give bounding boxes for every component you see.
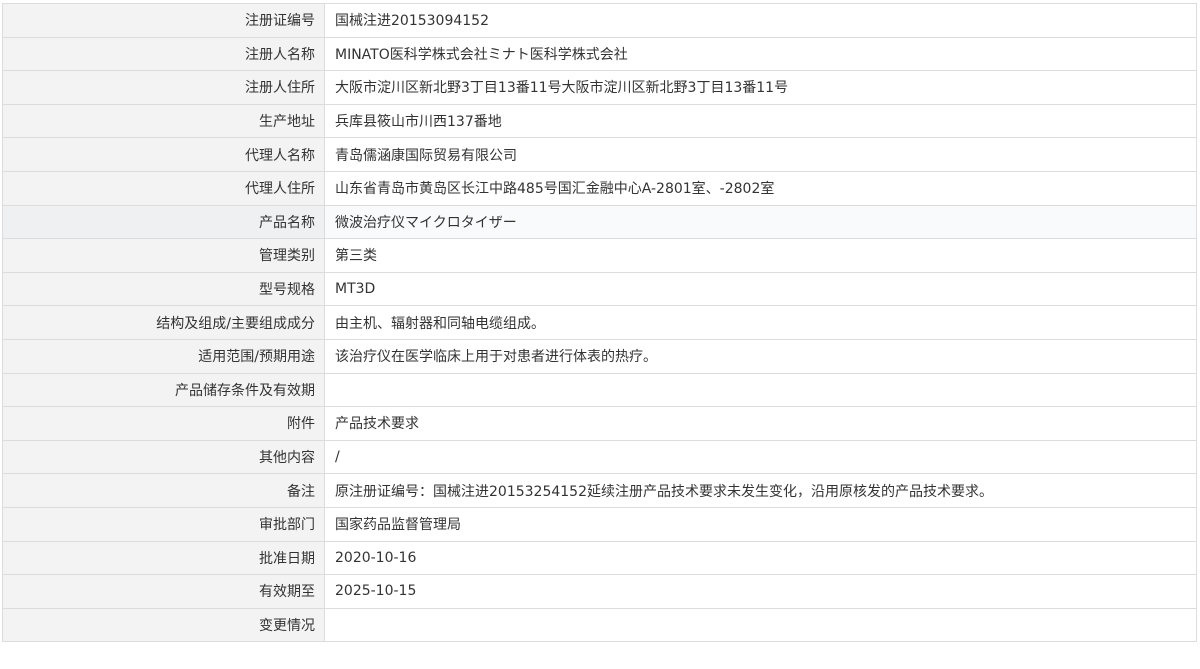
- row-registrant-address: 注册人住所 大阪市淀川区新北野3丁目13番11号大阪市淀川区新北野3丁目13番1…: [2, 70, 1197, 105]
- field-label: 有效期至: [2, 574, 325, 609]
- field-label: 结构及组成/主要组成成分: [2, 305, 325, 340]
- field-value: 国械注进20153094152: [324, 3, 1197, 38]
- row-approval-department: 审批部门 国家药品监督管理局: [2, 506, 1197, 542]
- field-label: 产品名称: [2, 204, 325, 240]
- field-value: 产品技术要求: [324, 406, 1197, 441]
- field-value: MT3D: [324, 271, 1197, 307]
- field-value: 青岛儒涵康国际贸易有限公司: [324, 137, 1197, 172]
- field-label: 注册证编号: [2, 3, 325, 38]
- row-remarks: 备注 原注册证编号：国械注进20153254152延续注册产品技术要求未发生变化…: [2, 473, 1197, 508]
- row-model-spec: 型号规格 MT3D: [2, 271, 1197, 307]
- field-label: 注册人名称: [2, 36, 325, 72]
- field-value: 2020-10-16: [324, 540, 1197, 576]
- row-other-content: 其他内容 /: [2, 439, 1197, 475]
- field-label: 附件: [2, 406, 325, 441]
- field-label: 产品储存条件及有效期: [2, 372, 325, 408]
- field-label: 型号规格: [2, 271, 325, 307]
- field-label: 审批部门: [2, 506, 325, 542]
- row-change-status: 变更情况: [2, 607, 1197, 643]
- row-attachment: 附件 产品技术要求: [2, 406, 1197, 441]
- field-value: 国家药品监督管理局: [324, 506, 1197, 542]
- row-registration-number: 注册证编号 国械注进20153094152: [2, 3, 1197, 38]
- field-label: 变更情况: [2, 607, 325, 643]
- field-value: [324, 607, 1197, 643]
- row-production-address: 生产地址 兵库县筱山市川西137番地: [2, 103, 1197, 139]
- row-structure-composition: 结构及组成/主要组成成分 由主机、辐射器和同轴电缆组成。: [2, 305, 1197, 340]
- field-value: [324, 372, 1197, 408]
- field-label: 代理人名称: [2, 137, 325, 172]
- field-value: 该治疗仪在医学临床上用于对患者进行体表的热疗。: [324, 338, 1197, 374]
- field-value: /: [324, 439, 1197, 475]
- field-label: 代理人住所: [2, 170, 325, 206]
- row-registrant-name: 注册人名称 MINATO医科学株式会社ミナト医科学株式会社: [2, 36, 1197, 72]
- field-value: MINATO医科学株式会社ミナト医科学株式会社: [324, 36, 1197, 72]
- field-value: 原注册证编号：国械注进20153254152延续注册产品技术要求未发生变化，沿用…: [324, 473, 1197, 508]
- field-label: 管理类别: [2, 238, 325, 273]
- field-label: 备注: [2, 473, 325, 508]
- row-valid-until: 有效期至 2025-10-15: [2, 574, 1197, 609]
- field-value: 大阪市淀川区新北野3丁目13番11号大阪市淀川区新北野3丁目13番11号: [324, 70, 1197, 105]
- row-product-name: 产品名称 微波治疗仪マイクロタイザー: [2, 204, 1197, 240]
- field-value: 由主机、辐射器和同轴电缆组成。: [324, 305, 1197, 340]
- field-value: 山东省青岛市黄岛区长江中路485号国汇金融中心A-2801室、-2802室: [324, 170, 1197, 206]
- field-value: 兵库县筱山市川西137番地: [324, 103, 1197, 139]
- field-label: 批准日期: [2, 540, 325, 576]
- row-storage-validity: 产品储存条件及有效期: [2, 372, 1197, 408]
- row-management-category: 管理类别 第三类: [2, 238, 1197, 273]
- row-agent-address: 代理人住所 山东省青岛市黄岛区长江中路485号国汇金融中心A-2801室、-28…: [2, 170, 1197, 206]
- row-approval-date: 批准日期 2020-10-16: [2, 540, 1197, 576]
- field-label: 适用范围/预期用途: [2, 338, 325, 374]
- field-label: 注册人住所: [2, 70, 325, 105]
- field-value: 第三类: [324, 238, 1197, 273]
- field-value: 2025-10-15: [324, 574, 1197, 609]
- field-label: 生产地址: [2, 103, 325, 139]
- field-label: 其他内容: [2, 439, 325, 475]
- registration-detail-table: 注册证编号 国械注进20153094152 注册人名称 MINATO医科学株式会…: [2, 3, 1197, 643]
- row-agent-name: 代理人名称 青岛儒涵康国际贸易有限公司: [2, 137, 1197, 172]
- row-intended-use: 适用范围/预期用途 该治疗仪在医学临床上用于对患者进行体表的热疗。: [2, 338, 1197, 374]
- field-value: 微波治疗仪マイクロタイザー: [324, 204, 1197, 240]
